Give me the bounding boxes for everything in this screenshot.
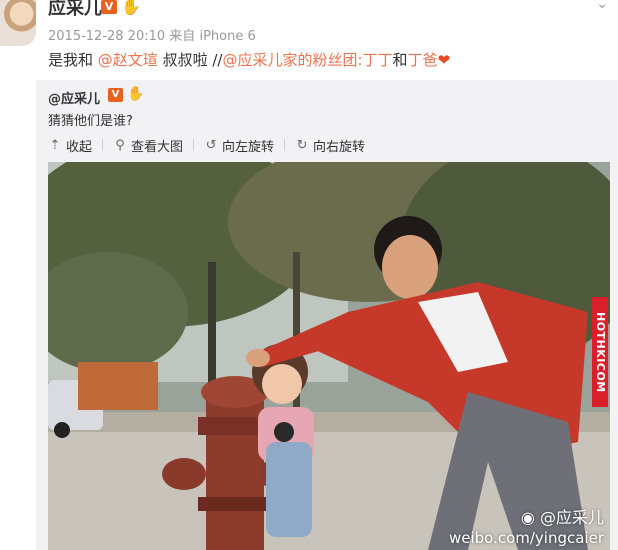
repost-card: @应采儿 V ✋ 猜猜他们是谁? ⇡ 收起 ⚲ 查看大图 ↺ 向左旋转 ↻ 向右… [36,80,618,550]
magnifier-icon: ⚲ [115,137,125,153]
watermark-user: @应采儿 [539,508,604,527]
post-text-middle: 叔叔啦 // [157,51,223,69]
post-username[interactable]: 应采儿 [48,0,102,20]
user-avatar[interactable] [0,0,36,46]
repost-text: 猜猜他们是谁? [48,114,133,129]
site-watermark: HOTHKICOM [592,297,608,407]
toolbar-divider [102,139,104,151]
post-text-and: 和 [392,51,408,69]
weibo-watermark: ◉ @应采儿 weibo.com/yingcaier [449,508,604,548]
post-meta: 2015-12-28 20:10 来自 iPhone 6 [48,25,256,44]
image-toolbar: ⇡ 收起 ⚲ 查看大图 ↺ 向左旋转 ↻ 向右旋转 [48,136,366,155]
source-prefix: 来自 [169,29,196,44]
toolbar-divider [193,139,195,151]
watermark-url: weibo.com/yingcaier [448,529,604,547]
rotate-right-label: 向右旋转 [313,139,366,155]
heart-icon: ❤ [437,51,451,69]
view-large-button[interactable]: ⚲ 查看大图 [113,136,183,155]
post-timestamp[interactable]: 2015-12-28 20:10 [48,29,165,44]
rotate-right-button[interactable]: ↻ 向右旋转 [295,136,365,155]
mention-link-1[interactable]: @赵文瑄 [98,51,158,69]
repost-verified-badge-icon[interactable]: V [108,88,123,102]
collapse-label: 收起 [66,139,93,155]
arrow-up-icon: ⇡ [49,137,61,153]
source-device[interactable]: iPhone 6 [199,29,255,44]
mention-link-3[interactable]: 丁爸 [408,51,438,69]
post-content: 是我和 @赵文瑄 叔叔啦 //@应采儿家的粉丝团:丁丁和丁爸❤ [48,49,450,70]
repost-username[interactable]: @应采儿 [48,88,100,107]
member-badge-icon[interactable]: ✋ [121,0,141,16]
toolbar-divider [284,139,286,151]
rotate-left-label: 向左旋转 [222,139,275,155]
weibo-eye-icon: ◉ [520,508,535,527]
verified-badge-icon[interactable]: V [101,0,117,14]
post-photo[interactable]: HOTHKICOM ◉ @应采儿 weibo.com/yingcaier [48,162,610,550]
post-text-lead: 是我和 [48,51,94,69]
rotate-left-icon: ↺ [205,137,217,153]
view-large-label: 查看大图 [131,139,184,155]
chevron-down-icon[interactable]: ⌄ [596,0,608,12]
repost-member-badge-icon[interactable]: ✋ [127,86,144,102]
collapse-button[interactable]: ⇡ 收起 [48,136,92,155]
photo-illustration [48,162,610,550]
rotate-right-icon: ↻ [296,137,308,153]
mention-link-2[interactable]: @应采儿家的粉丝团:丁丁 [222,51,392,69]
rotate-left-button[interactable]: ↺ 向左旋转 [204,136,274,155]
